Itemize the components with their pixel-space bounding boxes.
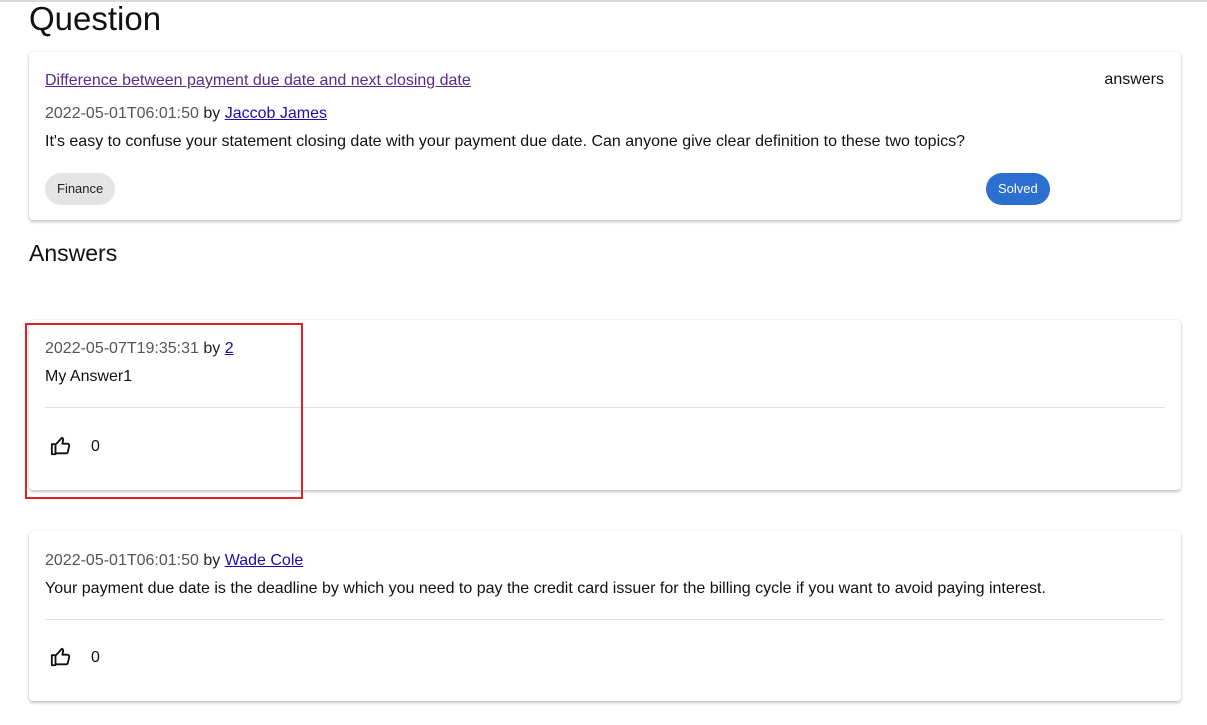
answer-date: 2022-05-01T06:01:50 <box>45 552 199 569</box>
answer-meta: 2022-05-07T19:35:31 by 2 <box>45 340 234 358</box>
page-title: Question <box>29 0 162 37</box>
answer-date: 2022-05-07T19:35:31 <box>45 340 199 357</box>
thumb-up-icon <box>50 436 71 456</box>
answer-card: 2022-05-01T06:01:50 by Wade Cole Your pa… <box>29 531 1181 701</box>
answer-by-label: by <box>203 340 221 357</box>
question-card: Difference between payment due date and … <box>29 52 1181 220</box>
answer-author-link[interactable]: 2 <box>225 340 234 357</box>
question-author-link[interactable]: Jaccob James <box>225 105 327 122</box>
top-border <box>0 0 1207 2</box>
question-body: It's easy to confuse your statement clos… <box>45 133 966 150</box>
answer-author-link[interactable]: Wade Cole <box>225 552 304 569</box>
tag-chip[interactable]: Finance <box>45 173 116 205</box>
status-badge: Solved <box>986 173 1050 205</box>
like-button[interactable] <box>47 432 75 460</box>
question-meta: 2022-05-01T06:01:50 by Jaccob James <box>45 105 327 123</box>
answer-body: Your payment due date is the deadline by… <box>45 580 1046 597</box>
question-date: 2022-05-01T06:01:50 <box>45 105 199 122</box>
answer-body: My Answer1 <box>45 368 133 385</box>
like-button[interactable] <box>47 643 75 671</box>
like-count: 0 <box>91 438 100 455</box>
answer-divider <box>45 619 1165 620</box>
question-title-link[interactable]: Difference between payment due date and … <box>45 72 471 90</box>
answer-divider <box>45 407 1165 408</box>
answers-count-label: answers <box>1104 71 1164 88</box>
answer-meta: 2022-05-01T06:01:50 by Wade Cole <box>45 552 303 570</box>
question-by-label: by <box>203 105 221 122</box>
answers-section-title: Answers <box>29 240 118 266</box>
answer-by-label: by <box>203 552 221 569</box>
like-count: 0 <box>91 649 100 666</box>
thumb-up-icon <box>50 647 71 667</box>
answer-card: 2022-05-07T19:35:31 by 2 My Answer1 0 <box>29 320 1181 490</box>
